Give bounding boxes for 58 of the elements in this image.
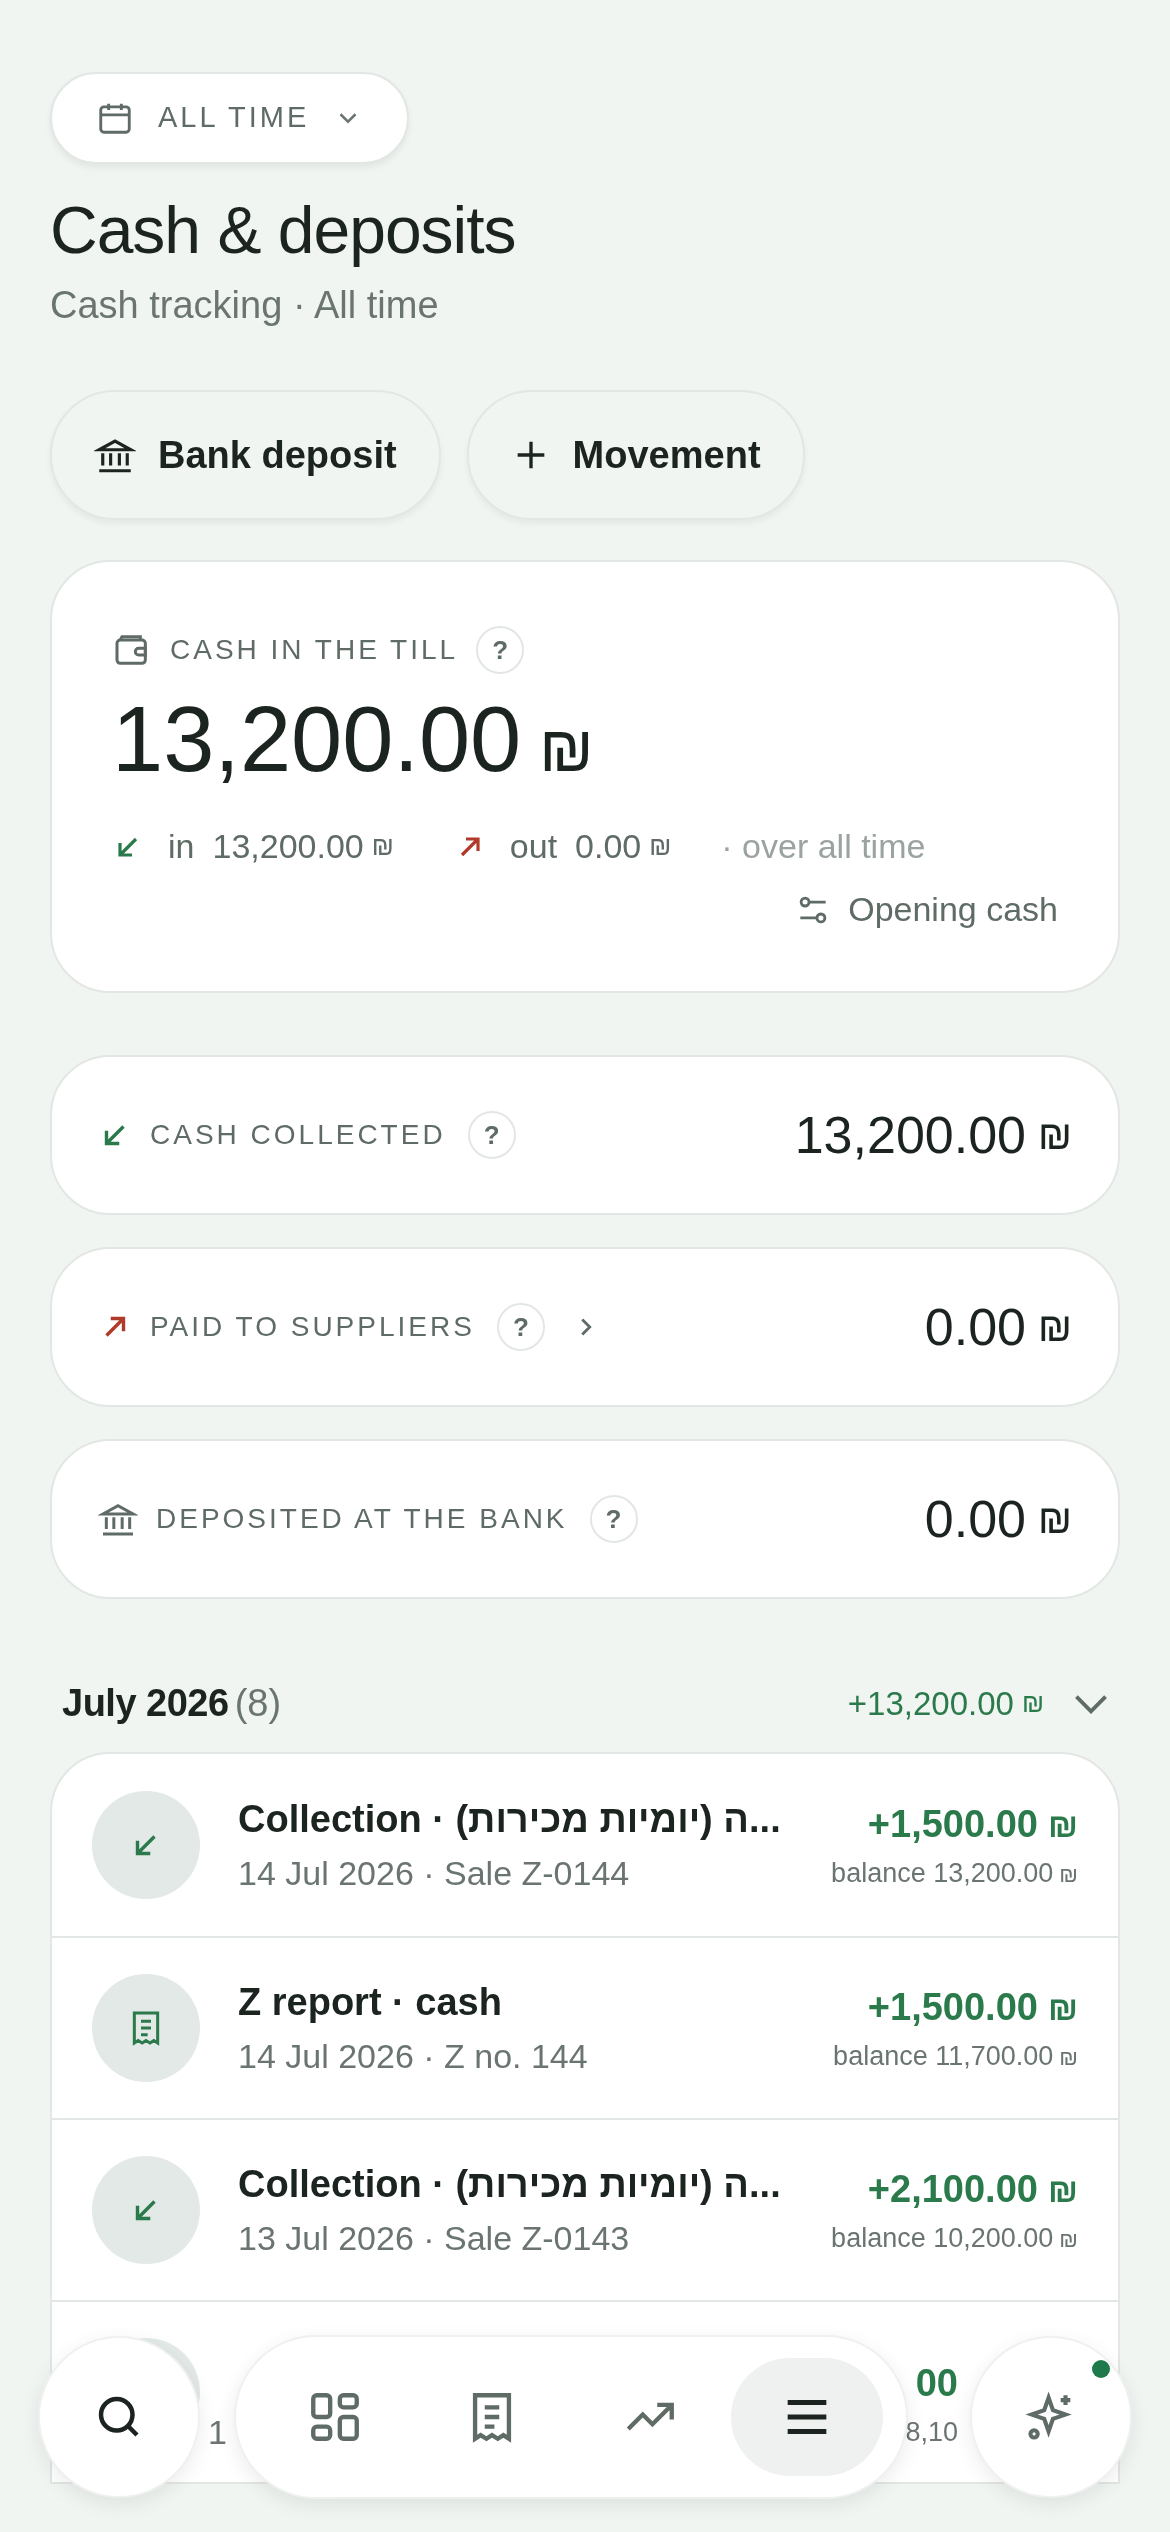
currency-sign: ₪ [1059, 1861, 1078, 1890]
transaction-subtitle: 1 [208, 2411, 228, 2453]
in-amount: 13,200.00 [212, 826, 364, 867]
out-amount: 0.00 [575, 826, 642, 867]
month-count: (8) [234, 1681, 282, 1726]
transaction-title: Z report · cash [238, 1980, 503, 2025]
currency-sign: ₪ [1021, 1687, 1044, 1720]
currency-sign: ₪ [371, 830, 394, 863]
transaction-amount: +2,100.00 [867, 2167, 1038, 2213]
out-label: out [509, 826, 558, 867]
currency-sign: ₪ [1047, 1805, 1078, 1847]
currency-sign: ₪ [1038, 1112, 1072, 1159]
date-range-dropdown[interactable]: ALL TIME [50, 72, 410, 164]
bank-deposit-button[interactable]: Bank deposit [50, 390, 441, 520]
currency-sign: ₪ [1047, 2170, 1078, 2212]
page-subtitle: Cash tracking · All time [50, 283, 440, 328]
running-balance: balance 10,200.00 [831, 2222, 1054, 2256]
stat-value: 0.00 [924, 1297, 1027, 1358]
in-label: in [168, 826, 195, 867]
stat-value: 13,200.00 [794, 1105, 1027, 1166]
help-button[interactable]: ? [467, 1111, 516, 1159]
help-button[interactable]: ? [496, 1303, 545, 1351]
transaction-title: Collection · ה (יומיות מכירות)... [238, 1797, 781, 1842]
currency-sign: ₪ [1038, 1496, 1072, 1543]
collapse-toggle[interactable] [1074, 1693, 1108, 1714]
running-balance: 8,10 [905, 2416, 958, 2450]
stat-label: CASH COLLECTED [150, 1118, 446, 1152]
stat-label: PAID TO SUPPLIERS [150, 1310, 475, 1344]
month-title: July 2026 [62, 1681, 229, 1726]
stat-card[interactable]: PAID TO SUPPLIERS ? 0.00 ₪ [50, 1247, 1120, 1407]
transaction-title: Collection · ה (יומיות מכירות)... [238, 2162, 781, 2207]
help-button[interactable]: ? [476, 626, 525, 674]
chevron-down-icon [1074, 1693, 1108, 1714]
till-label: CASH IN THE TILL [170, 633, 459, 667]
running-balance: balance 11,700.00 [833, 2040, 1054, 2074]
till-amount: 13,200.00 [112, 687, 522, 792]
transaction-subtitle: 13 Jul 2026 · Sale Z-0143 [238, 2218, 631, 2259]
transaction-amount: +1,500.00 [867, 1802, 1038, 1848]
currency-sign: ₪ [1038, 1304, 1072, 1351]
add-movement-button[interactable]: Movement [466, 390, 805, 520]
transaction-row[interactable]: Z report · cash 14 Jul 2026 · Z no. 144 +1,500.00 ₪ balance 11,700.00 ₪ [52, 1936, 1118, 2118]
transaction-amount: 00 [915, 2361, 958, 2407]
stat-value: 0.00 [924, 1489, 1027, 1550]
currency-sign: ₪ [649, 830, 672, 863]
page-title: Cash & deposits [50, 192, 517, 269]
transaction-amount: +1,500.00 [867, 1985, 1038, 2031]
transaction-subtitle: 14 Jul 2026 · Z no. 144 [238, 2036, 588, 2077]
transaction-subtitle: 14 Jul 2026 · Sale Z-0144 [238, 1853, 631, 1894]
currency-sign: ₪ [539, 712, 594, 787]
currency-sign: ₪ [1059, 2226, 1078, 2255]
help-button[interactable]: ? [589, 1495, 638, 1543]
currency-sign: ₪ [1047, 1988, 1078, 2030]
period-note: · over all time [721, 826, 926, 867]
opening-cash-button[interactable]: Opening cash [794, 884, 1058, 935]
stat-label: DEPOSITED AT THE BANK [156, 1502, 568, 1536]
currency-sign: ₪ [1059, 2044, 1078, 2073]
month-total: +13,200.00 [847, 1683, 1014, 1724]
running-balance: balance 13,200.00 [831, 1857, 1054, 1891]
